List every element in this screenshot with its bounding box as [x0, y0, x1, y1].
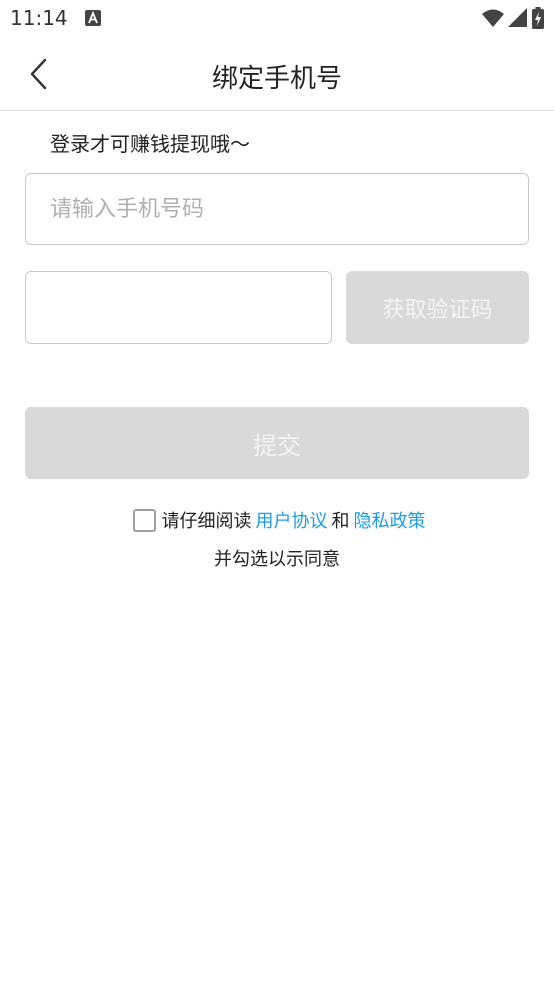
user-agreement-link[interactable]: 用户协议: [256, 507, 328, 533]
status-bar: 11:14: [0, 0, 554, 38]
login-hint: 登录才可赚钱提现哦～: [50, 132, 250, 156]
wifi-icon: [482, 8, 504, 32]
agreement-row: 请仔细阅读 用户协议 和 隐私政策: [0, 507, 554, 533]
phone-field[interactable]: [25, 173, 529, 245]
agreement-checkbox[interactable]: [132, 508, 156, 532]
signal-icon: [508, 8, 528, 32]
agreement-and: 和: [331, 511, 350, 532]
verification-code-field[interactable]: [25, 271, 332, 344]
privacy-policy-link[interactable]: 隐私政策: [354, 507, 426, 533]
a-notification-icon: [85, 10, 101, 26]
agreement-line2: 并勾选以示同意: [214, 549, 340, 570]
status-icons: [482, 7, 544, 33]
status-time: 11:14: [10, 6, 68, 30]
agreement-prefix: 请仔细阅读: [161, 511, 252, 532]
page-title: 绑定手机号: [211, 64, 342, 94]
battery-charging-icon: [532, 7, 544, 33]
submit-button[interactable]: 提交: [25, 407, 529, 479]
phone-input[interactable]: [26, 174, 528, 244]
get-code-button[interactable]: 获取验证码: [346, 271, 529, 344]
header: 绑定手机号: [0, 38, 554, 111]
verification-code-input[interactable]: [26, 272, 331, 343]
